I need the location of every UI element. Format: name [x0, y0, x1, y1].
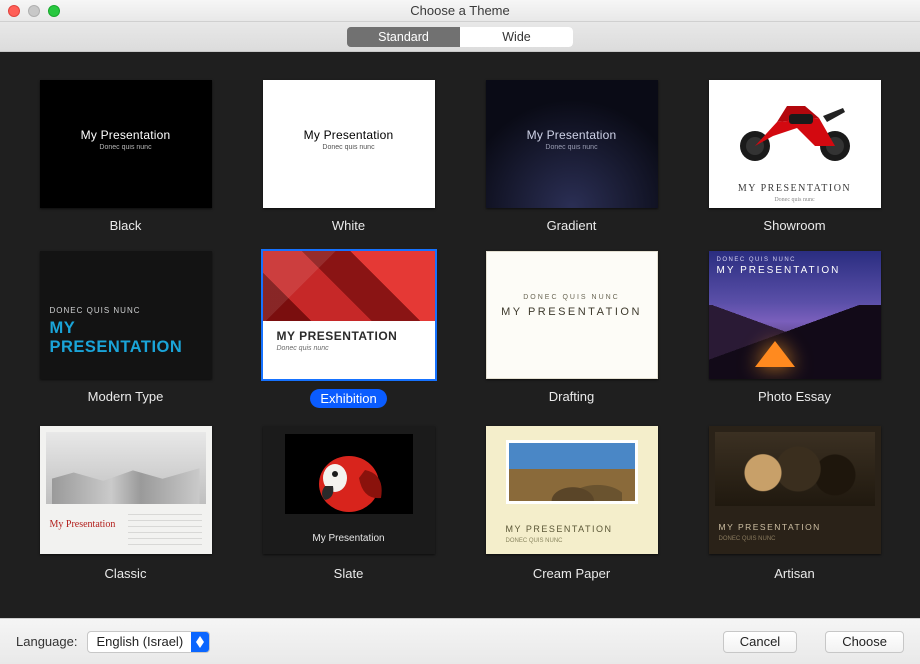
tent-icon [755, 341, 795, 367]
theme-modern-type[interactable]: DONEC QUIS NUNC MY PRESENTATION Modern T… [36, 251, 215, 408]
theme-label: Modern Type [88, 389, 164, 404]
theme-cream-paper[interactable]: MY PRESENTATION DONEC QUIS NUNC Cream Pa… [482, 426, 661, 579]
preview-subtitle: Donec quis nunc [709, 197, 881, 203]
theme-showroom[interactable]: MY PRESENTATION Donec quis nunc Showroom [705, 80, 884, 233]
preview-title: My Presentation [263, 128, 435, 142]
preview-subtitle: Donec quis nunc [40, 144, 212, 151]
stepper-arrows-icon [191, 632, 209, 652]
theme-label: Drafting [549, 389, 595, 404]
language-label: Language: [16, 634, 77, 649]
preview-title: My Presentation [263, 533, 435, 544]
theme-label: Artisan [774, 566, 814, 581]
preview-title: MY PRESENTATION [50, 319, 212, 357]
preview-subtitle: Donec quis nunc [486, 144, 658, 151]
theme-label: Photo Essay [758, 389, 831, 404]
theme-thumbnail[interactable]: My Presentation Donec quis nunc [486, 80, 658, 208]
tab-standard[interactable]: Standard [347, 27, 460, 47]
preview-title: MY PRESENTATION [709, 183, 881, 194]
titlebar: Choose a Theme [0, 0, 920, 22]
theme-thumbnail[interactable]: DONEC QUIS NUNC MY PRESENTATION [486, 251, 658, 379]
preview-title: MY PRESENTATION [506, 524, 613, 534]
theme-label: Black [110, 218, 142, 233]
preview-lines [128, 514, 202, 548]
preview-art [263, 251, 435, 321]
preview-kicker: DONEC QUIS NUNC [719, 536, 776, 542]
theme-photo-essay[interactable]: DONEC QUIS NUNC MY PRESENTATION Photo Es… [705, 251, 884, 408]
motorcycle-icon [727, 94, 863, 164]
preview-title: MY PRESENTATION [277, 329, 398, 343]
aspect-segmented-control: Standard Wide [347, 27, 573, 47]
theme-exhibition[interactable]: MY PRESENTATION Donec quis nunc Exhibiti… [259, 251, 438, 408]
preview-title: My Presentation [50, 519, 116, 530]
theme-thumbnail[interactable]: DONEC QUIS NUNC MY PRESENTATION [709, 251, 881, 379]
theme-black[interactable]: My Presentation Donec quis nunc Black [36, 80, 215, 233]
aspect-tabbar: Standard Wide [0, 22, 920, 52]
preview-kicker: DONEC QUIS NUNC [487, 294, 657, 301]
tab-wide[interactable]: Wide [460, 27, 573, 47]
close-button[interactable] [8, 5, 20, 17]
theme-label: Slate [334, 566, 364, 581]
parrot-icon [285, 434, 413, 514]
theme-label: Classic [105, 566, 147, 581]
preview-title: MY PRESENTATION [487, 306, 657, 318]
theme-thumbnail[interactable]: My Presentation [263, 426, 435, 554]
cancel-button[interactable]: Cancel [723, 631, 797, 653]
preview-art [46, 432, 206, 504]
theme-gradient[interactable]: My Presentation Donec quis nunc Gradient [482, 80, 661, 233]
theme-thumbnail[interactable]: DONEC QUIS NUNC MY PRESENTATION [40, 251, 212, 379]
language-select[interactable]: English (Israel) [87, 631, 210, 653]
footer: Language: English (Israel) Cancel Choose [0, 618, 920, 664]
theme-thumbnail[interactable]: MY PRESENTATION Donec quis nunc [263, 251, 435, 379]
theme-gallery: My Presentation Donec quis nunc Black My… [0, 52, 920, 618]
theme-thumbnail[interactable]: My Presentation Donec quis nunc [40, 80, 212, 208]
minimize-button [28, 5, 40, 17]
theme-thumbnail[interactable]: My Presentation [40, 426, 212, 554]
theme-classic[interactable]: My Presentation Classic [36, 426, 215, 579]
preview-title: MY PRESENTATION [719, 522, 821, 532]
theme-thumbnail[interactable]: My Presentation Donec quis nunc [263, 80, 435, 208]
zoom-button[interactable] [48, 5, 60, 17]
choose-button[interactable]: Choose [825, 631, 904, 653]
theme-label: White [332, 218, 365, 233]
theme-thumbnail[interactable]: MY PRESENTATION DONEC QUIS NUNC [486, 426, 658, 554]
theme-thumbnail[interactable]: MY PRESENTATION Donec quis nunc [709, 80, 881, 208]
window-controls [0, 5, 60, 17]
preview-subtitle: Donec quis nunc [277, 345, 329, 352]
preview-subtitle: Donec quis nunc [263, 144, 435, 151]
preview-kicker: DONEC QUIS NUNC [50, 306, 141, 315]
window-title: Choose a Theme [0, 3, 920, 18]
preview-kicker: DONEC QUIS NUNC [717, 257, 797, 263]
preview-title: My Presentation [40, 128, 212, 142]
theme-label: Showroom [763, 218, 825, 233]
theme-label: Gradient [547, 218, 597, 233]
preview-title: MY PRESENTATION [717, 265, 841, 276]
preview-art [506, 440, 638, 504]
theme-drafting[interactable]: DONEC QUIS NUNC MY PRESENTATION Drafting [482, 251, 661, 408]
theme-label: Cream Paper [533, 566, 610, 581]
theme-label: Exhibition [310, 389, 386, 408]
theme-thumbnail[interactable]: MY PRESENTATION DONEC QUIS NUNC [709, 426, 881, 554]
theme-slate[interactable]: My Presentation Slate [259, 426, 438, 579]
preview-kicker: DONEC QUIS NUNC [506, 538, 563, 544]
theme-artisan[interactable]: MY PRESENTATION DONEC QUIS NUNC Artisan [705, 426, 884, 579]
preview-caption-area: MY PRESENTATION Donec quis nunc [263, 321, 435, 379]
theme-white[interactable]: My Presentation Donec quis nunc White [259, 80, 438, 233]
preview-title: My Presentation [486, 128, 658, 142]
preview-art [709, 305, 881, 379]
preview-art [285, 434, 413, 514]
preview-art [715, 432, 875, 506]
language-value: English (Israel) [88, 634, 191, 649]
